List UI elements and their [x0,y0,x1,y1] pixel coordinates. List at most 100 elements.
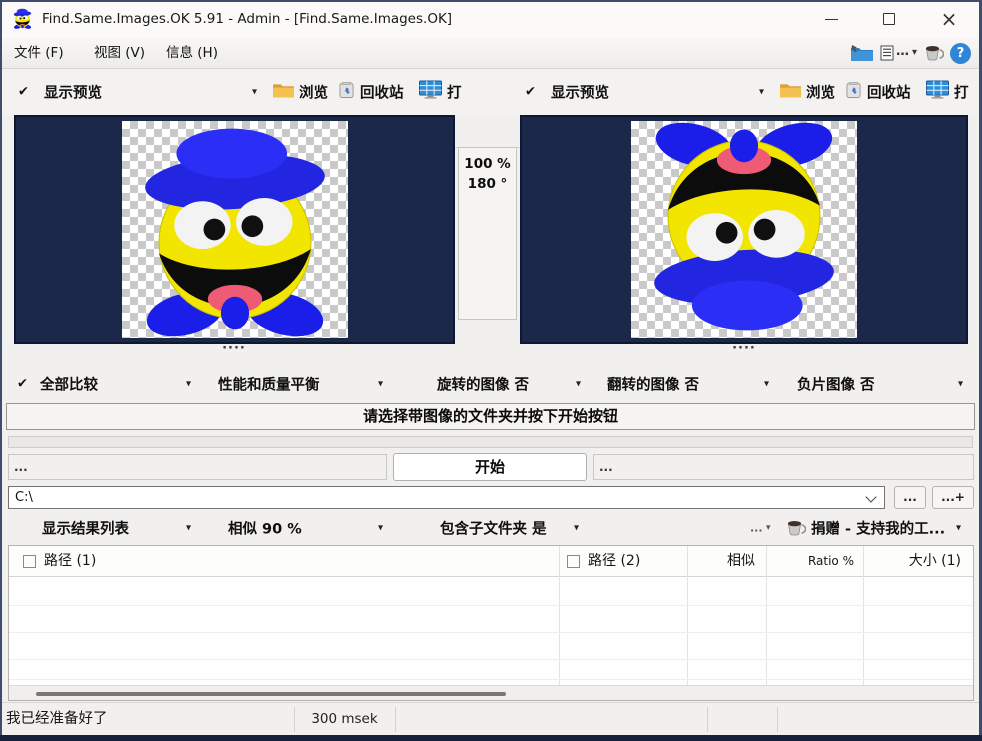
show-preview-dropdown-left[interactable]: 显示预览 [44,82,102,103]
preview-panel-2 [520,115,968,344]
smiley-image [122,121,348,338]
include-subfolders-dropdown[interactable]: 包含子文件夹 是 [440,518,547,539]
flipped-images-dropdown[interactable]: 翻转的图像 否 [607,373,699,394]
column-path-1[interactable]: 路径 (1) [44,546,96,577]
compare-all-dropdown[interactable]: 全部比较 [40,373,98,394]
start-button[interactable]: 开始 [393,453,587,481]
column-size-1[interactable]: 大小 (1) [863,546,961,577]
preview-image-1 [122,121,348,338]
results-table: 路径 (1) 路径 (2) 相似 Ratio % 大小 (1) [8,545,974,701]
maximize-button[interactable] [866,1,912,37]
chevron-down-icon[interactable]: ▾ [764,378,769,389]
show-preview-dropdown-right[interactable]: 显示预览 [551,82,609,103]
chevron-down-icon[interactable]: ▾ [958,378,963,389]
column-similar[interactable]: 相似 [687,546,755,577]
column-divider [559,546,560,685]
browse-folder-icon[interactable] [272,82,295,103]
row-divider [9,632,973,633]
check-icon[interactable]: ✔ [17,376,28,391]
window-border [0,0,2,741]
status-divider [395,707,396,732]
select-all-checkbox-1[interactable] [23,555,36,568]
show-result-list-dropdown[interactable]: 显示结果列表 [42,518,129,539]
menu-file[interactable]: 文件 (F) [6,38,72,68]
column-divider [687,546,688,685]
rotated-images-dropdown[interactable]: 旋转的图像 否 [437,373,529,394]
coffee-icon[interactable] [924,45,944,61]
status-divider [707,707,708,732]
menu-info[interactable]: 信息 (H) [158,38,226,68]
recycle-bin-button-right[interactable]: 回收站 [867,82,911,103]
preview-panel-1 [14,115,455,344]
progress-bar [8,436,973,448]
chevron-down-icon[interactable]: ▾ [186,378,191,389]
window-border [0,0,982,2]
chevron-down-icon[interactable] [865,491,876,502]
folder-path-value: C:\ [15,487,33,508]
folder-status-field-1[interactable]: ... [8,454,387,480]
open-viewer-icon[interactable] [925,80,950,104]
open-button-right[interactable]: 打 [954,82,969,103]
browse-button-left[interactable]: 浏览 [299,82,328,103]
select-all-checkbox-2[interactable] [567,555,580,568]
menu-view[interactable]: 视图 (V) [86,38,153,68]
help-icon[interactable]: ? [950,43,971,64]
recycle-bin-button-left[interactable]: 回收站 [360,82,404,103]
browse-button-right[interactable]: 浏览 [806,82,835,103]
close-button[interactable]: × [926,1,972,37]
resize-grip[interactable]: ···· [732,344,756,356]
negative-images-dropdown[interactable]: 负片图像 否 [797,373,875,394]
zoom-info-panel: 100 % 180 ° [455,115,520,344]
open-viewer-icon[interactable] [418,80,443,104]
similarity-dropdown[interactable]: 相似 90 % [228,518,302,539]
quality-balance-dropdown[interactable]: 性能和质量平衡 [218,373,320,394]
chevron-down-icon[interactable]: ▾ [759,87,764,98]
chevron-down-icon[interactable]: ▾ [912,38,917,68]
recycle-bin-icon[interactable] [339,82,354,103]
column-path-2[interactable]: 路径 (2) [588,546,640,577]
column-ratio[interactable]: Ratio % [766,546,854,577]
browse-path-button[interactable]: ... [894,486,926,509]
instruction-message: 请选择带图像的文件夹并按下开始按钮 [6,403,975,430]
add-path-button[interactable]: ...+ [932,486,974,509]
row-divider [9,679,973,680]
check-icon[interactable]: ✔ [525,85,536,100]
status-bar: 我已经准备好了 300 msek [0,702,982,736]
minimize-icon [825,19,838,20]
row-divider [9,605,973,606]
check-icon[interactable]: ✔ [18,85,29,100]
recycle-bin-icon[interactable] [846,82,861,103]
title-bar: Find.Same.Images.OK 5.91 - Admin - [Find… [0,0,982,38]
donate-dropdown[interactable]: 捐赠 - 支持我的工... [811,518,945,539]
window-border [0,735,982,741]
app-window: Find.Same.Images.OK 5.91 - Admin - [Find… [0,0,982,741]
horizontal-scrollbar[interactable] [9,685,973,700]
chevron-down-icon[interactable]: ▾ [378,523,383,534]
folder-path-combobox[interactable]: C:\ [8,486,885,509]
chevron-down-icon[interactable]: ▾ [956,523,961,534]
preview-image-2 [631,121,857,338]
menu-bar: 文件 (F) 视图 (V) 信息 (H) … ▾ ? [0,38,982,69]
status-divider [777,707,778,732]
open-button-left[interactable]: 打 [447,82,462,103]
more-options-dots[interactable]: ... [750,522,763,535]
folder-icon[interactable] [850,44,874,62]
compare-options-row: ✔ 全部比较 ▾ 性能和质量平衡 ▾ 旋转的图像 否 ▾ 翻转的图像 否 ▾ 负… [0,367,982,400]
chevron-down-icon[interactable]: ▾ [766,523,771,533]
chevron-down-icon[interactable]: ▾ [576,378,581,389]
chevron-down-icon[interactable]: ▾ [252,87,257,98]
preview-toolbar: ✔ 显示预览 ▾ 浏览 回收站 打 ✔ 显示预览 ▾ 浏览 回收站 打 [0,69,982,115]
scrollbar-thumb[interactable] [36,692,506,696]
close-icon: × [941,7,958,31]
chevron-down-icon[interactable]: ▾ [186,523,191,534]
browse-folder-icon[interactable] [779,82,802,103]
maximize-icon [883,13,895,25]
column-divider [766,546,767,685]
chevron-down-icon[interactable]: ▾ [574,523,579,534]
folder-status-field-2[interactable]: ... [593,454,974,480]
chevron-down-icon[interactable]: ▾ [378,378,383,389]
view-list-icon[interactable] [880,45,894,61]
resize-grip[interactable]: ···· [222,344,246,356]
coffee-icon [786,520,806,537]
minimize-button[interactable] [808,1,854,37]
